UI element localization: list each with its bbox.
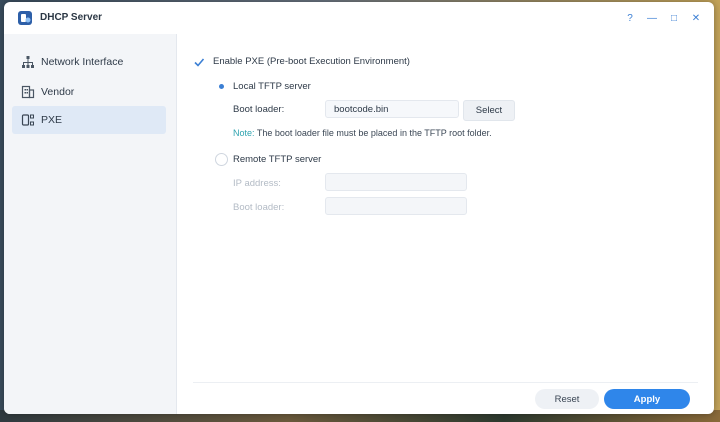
enable-pxe-label: Enable PXE (Pre-boot Execution Environme… bbox=[213, 56, 410, 67]
local-tftp-label: Local TFTP server bbox=[233, 81, 311, 92]
apply-button[interactable]: Apply bbox=[604, 389, 690, 409]
local-tftp-radio[interactable] bbox=[215, 80, 228, 93]
note-prefix: Note: bbox=[233, 128, 255, 138]
remote-tftp-label: Remote TFTP server bbox=[233, 154, 322, 165]
pxe-icon bbox=[21, 114, 34, 126]
remote-tftp-radio[interactable] bbox=[215, 153, 228, 166]
remote-boot-loader-label: Boot loader: bbox=[233, 202, 285, 213]
vendor-icon bbox=[21, 85, 35, 99]
dhcp-server-window: DHCP Server ? — □ ✕ Network Interface Ve… bbox=[4, 2, 714, 414]
minimize-icon[interactable]: — bbox=[642, 9, 662, 27]
help-icon[interactable]: ? bbox=[620, 9, 640, 27]
title-bar[interactable]: DHCP Server ? — □ ✕ bbox=[4, 2, 714, 34]
ip-address-label: IP address: bbox=[233, 178, 281, 189]
boot-loader-label: Boot loader: bbox=[233, 104, 285, 115]
pxe-settings-panel: Enable PXE (Pre-boot Execution Environme… bbox=[177, 34, 714, 414]
remote-boot-loader-field[interactable] bbox=[325, 197, 467, 215]
note-text: The boot loader file must be placed in t… bbox=[254, 128, 492, 138]
sidebar: Network Interface Vendor PXE bbox=[4, 34, 177, 414]
dhcp-app-icon bbox=[18, 11, 32, 25]
window-controls: ? — □ ✕ bbox=[620, 9, 706, 27]
enable-pxe-checkbox[interactable] bbox=[193, 56, 205, 68]
ip-address-field[interactable] bbox=[325, 173, 467, 191]
close-icon[interactable]: ✕ bbox=[686, 9, 706, 27]
window-title: DHCP Server bbox=[40, 12, 103, 23]
sidebar-item-label: Vendor bbox=[41, 86, 75, 98]
select-button[interactable]: Select bbox=[463, 100, 515, 121]
maximize-icon[interactable]: □ bbox=[664, 9, 684, 27]
sidebar-item-pxe[interactable]: PXE bbox=[12, 106, 166, 134]
sidebar-item-network-interface[interactable]: Network Interface bbox=[12, 48, 166, 76]
footer-divider bbox=[193, 382, 698, 383]
boot-loader-field[interactable]: bootcode.bin bbox=[325, 100, 459, 118]
sidebar-item-label: Network Interface bbox=[41, 56, 124, 68]
reset-button[interactable]: Reset bbox=[535, 389, 599, 409]
sidebar-item-vendor[interactable]: Vendor bbox=[12, 78, 166, 106]
boot-loader-note: Note: The boot loader file must be place… bbox=[233, 128, 492, 138]
sidebar-item-label: PXE bbox=[41, 114, 63, 126]
network-icon bbox=[22, 56, 34, 68]
